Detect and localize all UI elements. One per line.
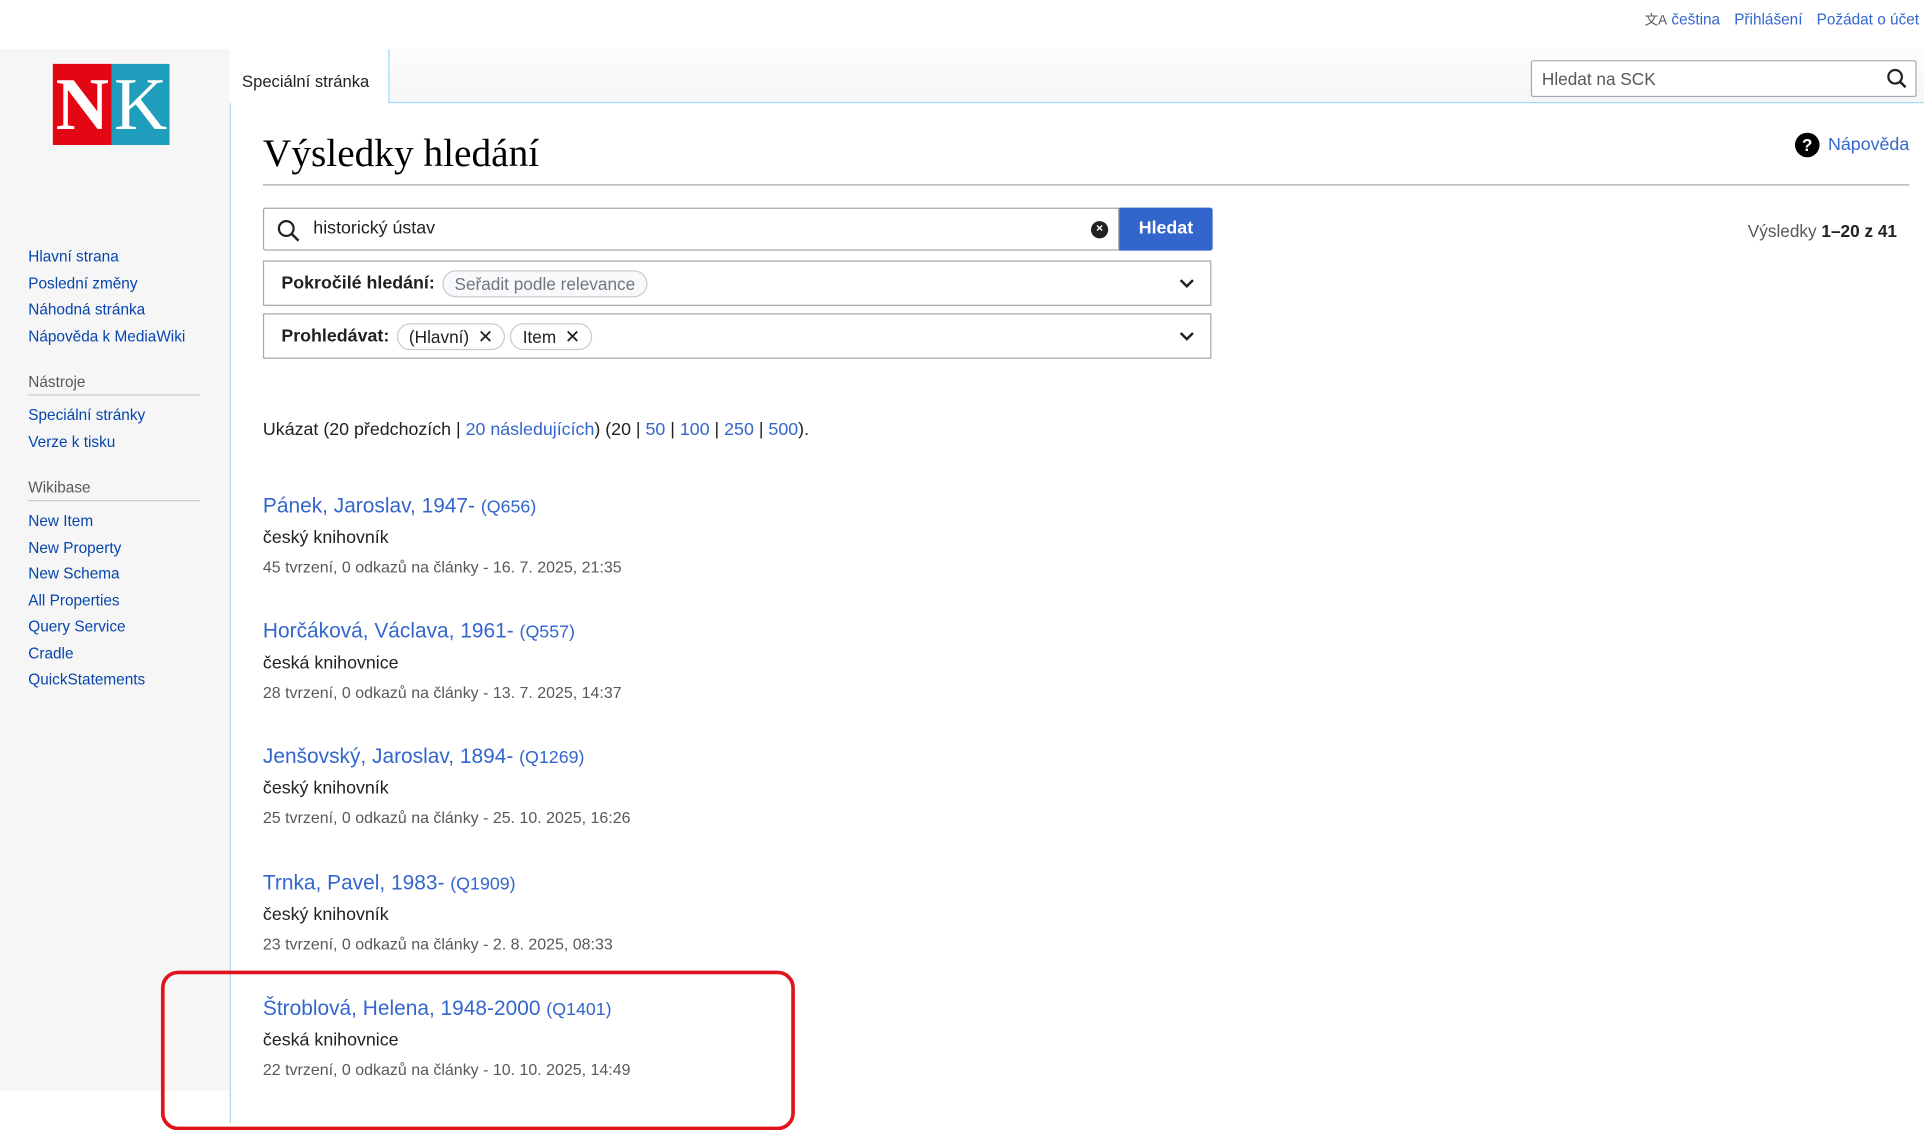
sidebar-wikibase: Wikibase New Item New Property New Schem… [28,479,201,693]
header-search-input[interactable] [1539,67,1877,90]
header-search [1530,60,1917,98]
result-description: česká knihovnice [262,653,399,674]
tab-special-page[interactable]: Speciální stránka [230,49,390,104]
namespaces-panel[interactable]: Prohledávat: (Hlavní) ✕ Item ✕ [262,313,1212,359]
result-meta: 45 tvrzení, 0 odkazů na články - 16. 7. … [262,557,622,577]
result-qid[interactable]: (Q557) [520,623,575,643]
sidebar-item-printable-version[interactable]: Verze k tisku [28,429,200,455]
sidebar-item-cradle[interactable]: Cradle [28,641,200,667]
chip-label: (Hlavní) [408,326,470,346]
help-label: Nápověda [1828,135,1910,155]
sidebar-item-new-item[interactable]: New Item [28,509,200,535]
namespace-chip-item[interactable]: Item ✕ [510,322,593,350]
sidebar-item-new-schema[interactable]: New Schema [28,561,200,587]
chip-label: Item [522,326,557,346]
search-box: × [262,207,1120,251]
help-link[interactable]: ? Nápověda [1794,132,1910,158]
language-link[interactable]: 文A čeština [1645,11,1720,28]
sidebar-item-recent-changes[interactable]: Poslední změny [28,271,200,297]
tools-heading: Nástroje [28,373,201,396]
title-divider [262,184,1910,186]
login-link[interactable]: Přihlášení [1734,11,1802,28]
sidebar-item-mediawiki-help[interactable]: Nápověda k MediaWiki [28,324,200,350]
help-icon: ? [1794,132,1820,158]
result-qid[interactable]: (Q1269) [519,748,584,768]
tab-label: Speciální stránka [242,72,370,91]
sidebar-item-new-property[interactable]: New Property [28,535,200,561]
result-meta: 25 tvrzení, 0 odkazů na články - 25. 10.… [262,808,631,827]
page-title: Výsledky hledání [262,130,540,175]
result-title-link[interactable]: Horčáková, Václava, 1961- [263,619,514,642]
request-account-link[interactable]: Požádat o účet [1817,11,1919,28]
sidebar-item-random-page[interactable]: Náhodná stránka [28,297,200,323]
sort-chip: Seřadit podle relevance [442,269,648,297]
advanced-search-label: Pokročilé hledání: [281,273,435,294]
search-result: Jenšovský, Jaroslav, 1894- (Q1269) český… [263,745,1123,827]
search-result: Pánek, Jaroslav, 1947- (Q656) český knih… [263,494,1123,576]
result-title-link[interactable]: Pánek, Jaroslav, 1947- [263,494,475,517]
pagination: Ukázat (20 předchozích | 20 následujícíc… [262,420,810,440]
chevron-down-icon[interactable] [1178,274,1195,297]
pager-next-link[interactable]: 20 následujících [466,420,595,440]
result-meta: 23 tvrzení, 0 odkazů na články - 2. 8. 2… [262,934,613,954]
translate-icon: 文A [1644,13,1668,29]
result-description: český knihovník [262,778,389,799]
search-button[interactable]: Hledat [1119,207,1213,251]
sidebar-item-main-page[interactable]: Hlavní strana [28,244,200,270]
clear-icon[interactable]: × [1090,221,1109,239]
site-logo[interactable]: N K [52,63,170,145]
pager-size-100[interactable]: 100 [680,420,710,440]
result-qid[interactable]: (Q656) [481,498,536,518]
results-count-prefix: Výsledky [1747,221,1822,241]
pager-size-500[interactable]: 500 [768,420,798,440]
sidebar-item-query-service[interactable]: Query Service [28,614,200,640]
result-meta: 28 tvrzení, 0 odkazů na články - 13. 7. … [262,683,622,702]
close-icon[interactable]: ✕ [478,325,493,347]
logo-letter-n: N [52,63,112,145]
pager-size-50[interactable]: 50 [646,420,666,440]
result-description: český knihovník [262,905,389,926]
pager-size-250[interactable]: 250 [724,420,754,440]
advanced-search-panel[interactable]: Pokročilé hledání: Seřadit podle relevan… [262,260,1212,306]
sidebar-item-all-properties[interactable]: All Properties [28,588,200,614]
chevron-down-icon[interactable] [1178,327,1195,350]
close-icon[interactable]: ✕ [565,325,580,347]
wikibase-heading: Wikibase [28,479,201,502]
pager-text-before: Ukázat (20 předchozích | [262,420,466,440]
search-icon [276,219,301,250]
sidebar-navigation: Hlavní strana Poslední změny Náhodná str… [28,244,200,350]
namespaces-label: Prohledávat: [281,326,390,346]
pager-text-mid: ) (20 | [594,420,646,440]
logo-letter-k: K [111,63,170,145]
result-title-link[interactable]: Trnka, Pavel, 1983- [263,871,445,894]
namespace-chip-main[interactable]: (Hlavní) ✕ [396,322,506,350]
search-icon[interactable] [1886,68,1908,96]
personal-toolbar: 文A čeština Přihlášení Požádat o účet [1635,10,1919,30]
sidebar-item-quickstatements[interactable]: QuickStatements [28,667,200,693]
language-label: čeština [1671,11,1721,29]
sidebar-item-special-pages[interactable]: Speciální stránky [28,403,200,429]
pager-text-end: ). [798,420,810,440]
sidebar-tools: Nástroje Speciální stránky Verze k tisku [28,373,201,455]
highlight-box [160,970,795,1130]
result-description: český knihovník [262,528,389,548]
results-count: Výsledky 1–20 z 41 [1748,221,1897,241]
search-result: Trnka, Pavel, 1983- (Q1909) český knihov… [263,871,1123,953]
results-count-range: 1–20 z 41 [1821,221,1897,241]
search-result: Horčáková, Václava, 1961- (Q557) česká k… [263,619,1123,701]
search-input[interactable] [310,217,1078,240]
result-qid[interactable]: (Q1909) [450,875,515,895]
result-title-link[interactable]: Jenšovský, Jaroslav, 1894- [263,745,513,768]
